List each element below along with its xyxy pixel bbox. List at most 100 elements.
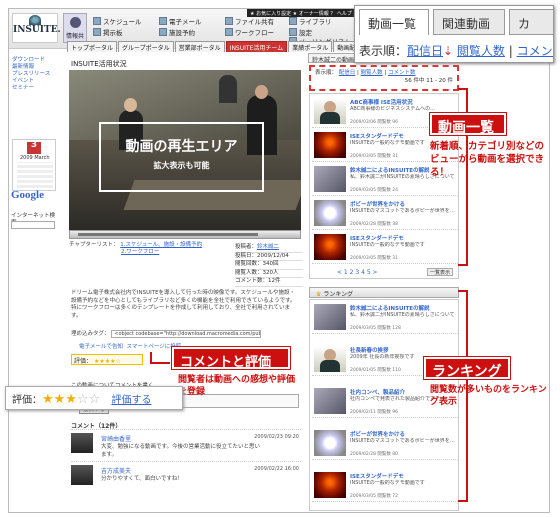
tab-insuite-team[interactable]: INSUITE活用チーム	[225, 41, 288, 52]
embed-tag-field[interactable]: <object codebase="http://download.macrom…	[111, 329, 262, 338]
video-title[interactable]: ISEスタンダードデモ	[350, 234, 404, 242]
sort-by-comments[interactable]: コメント数	[388, 70, 416, 76]
calendar-grid[interactable]	[17, 162, 53, 188]
play-area-callout: 動画の再生エリア 拡大表示も可能	[99, 122, 264, 192]
video-thumbnail[interactable]	[314, 346, 346, 372]
video-title[interactable]: 鈴木誠二によるINSUITEの解説	[350, 166, 429, 174]
tab-category[interactable]: カ	[509, 9, 553, 35]
video-desc: 私、鈴木誠二がINSUITEの素晴らしさについて…	[350, 312, 455, 318]
ranking-callout-title: ランキング	[424, 357, 510, 380]
insuite-logo[interactable]: INSUITE.	[12, 13, 61, 43]
sidebar-link[interactable]: 最新情報	[12, 64, 50, 71]
menu-file-share[interactable]: ファイル共有	[225, 16, 274, 26]
list-item[interactable]: ポビーが世界をかける INSUITEのマスコットであるポビーが世界を… 2009…	[312, 428, 458, 460]
video-thumbnail[interactable]	[314, 388, 346, 414]
video-stats: 2009/02/28 閲覧数 80	[350, 452, 399, 457]
video-thumbnail[interactable]	[314, 200, 346, 226]
sidebar-link[interactable]: ダウンロード	[12, 57, 50, 64]
share-links: 電子メールで告知 スマートページに投稿	[79, 342, 181, 350]
menu-library[interactable]: ライブラリ	[289, 16, 332, 26]
chapter-link[interactable]: 2.ワークフロー	[121, 249, 159, 255]
calendar-widget[interactable]: 3 2009 March	[12, 139, 56, 191]
schedule-icon	[93, 17, 101, 25]
zoom-sort-comments[interactable]: コメント数	[517, 44, 553, 58]
info-share-button[interactable]: 情報共有	[63, 13, 87, 49]
calendar-month: 2009 March	[20, 155, 50, 161]
list-callout-title: 動画一覧	[430, 113, 506, 136]
zoom-rating-stars[interactable]: ★★★☆☆	[42, 392, 100, 407]
video-title[interactable]: 社内コンペ、製品紹介	[350, 388, 405, 396]
send-mail-link[interactable]: 電子メールで告知	[79, 344, 123, 350]
menu-board[interactable]: 掲示板	[93, 27, 123, 37]
video-desc: INSUITEのマスコットであるポビーが世界を…	[350, 208, 455, 214]
list-all-button[interactable]: 一覧表示	[427, 268, 453, 276]
zoomed-sort-options: 表示順：配信日⇣ 閲覧人数 | コメント数	[359, 42, 553, 59]
pager[interactable]: < 1 2 3 4 5 > 一覧表示	[337, 268, 453, 276]
video-thumbnail[interactable]	[314, 234, 346, 260]
video-stats: 2009/02/28 閲覧数 38	[350, 222, 399, 227]
zoom-sort-viewers[interactable]: 閲覧人数	[457, 44, 505, 58]
menu-email[interactable]: 電子メール	[159, 16, 202, 26]
tab-group-portal[interactable]: グループポータル	[118, 41, 174, 52]
menu-facility[interactable]: 施設予約	[159, 27, 195, 37]
search-input[interactable]	[11, 221, 55, 229]
menu-workflow[interactable]: ワークフロー	[225, 27, 274, 37]
sort-by-date[interactable]: 配信日	[339, 70, 356, 76]
video-desc: ABC商事様のビジネスシステムへの…	[350, 106, 436, 112]
tab-performance-portal[interactable]: 業績ポータル	[288, 41, 333, 52]
video-desc: INSUITEのマスコットであるポビーが世界を…	[350, 438, 455, 444]
sidebar-links: ダウンロード 最新情報 プレスリリース イベント セミナー	[12, 57, 50, 92]
video-thumbnail[interactable]	[314, 166, 346, 192]
video-thumbnail[interactable]	[314, 98, 346, 124]
tab-top-portal[interactable]: トップポータル	[67, 41, 118, 52]
video-title[interactable]: ABC商事様 ISE活用状況	[350, 98, 413, 106]
list-item[interactable]: ISEスタンダードデモ INSUITEの一般的なデモ動画です 2009/03/0…	[312, 232, 458, 264]
video-title[interactable]: 鈴木誠二によるINSUITEの解説	[350, 304, 429, 312]
folder-icon	[225, 17, 233, 25]
workflow-icon	[225, 28, 233, 36]
sidebar-link[interactable]: プレスリリース	[12, 71, 50, 78]
video-seek-bar[interactable]	[78, 233, 258, 236]
rating-stars[interactable]: ★★★★☆	[94, 358, 121, 365]
video-thumbnail[interactable]	[314, 430, 346, 456]
video-thumbnail[interactable]	[314, 132, 346, 158]
list-item[interactable]: ISEスタンダードデモ INSUITEの一般的なデモ動画です 2009/03/0…	[312, 470, 458, 502]
sidebar-link[interactable]: イベント	[12, 78, 50, 85]
video-title[interactable]: ISEスタンダードデモ	[350, 472, 404, 480]
video-title[interactable]: ポビーが世界をかける	[350, 200, 405, 208]
video-title[interactable]: ISEスタンダードデモ	[350, 132, 404, 140]
comment-callout-title: コメントと評価	[172, 347, 290, 370]
app-window: INSUITE. 情報共有 スケジュール 電子メール ファイル共有 ライブラリ …	[8, 8, 550, 513]
tab-sales-portal[interactable]: 営業部ポータル	[174, 41, 225, 52]
ranking-header: ♛ ランキング	[309, 287, 459, 298]
list-item[interactable]: ポビーが世界をかける INSUITEのマスコットであるポビーが世界を… 2009…	[312, 198, 458, 230]
menu-schedule[interactable]: スケジュール	[93, 16, 142, 26]
video-stats: 2009/01/05 閲覧数 110	[350, 368, 401, 373]
meta-row: 閲覧回数：340回	[235, 261, 303, 270]
google-logo[interactable]: Google	[11, 189, 44, 201]
chapter-link[interactable]: 1.スケジュール、施設・設備予約	[120, 242, 202, 248]
zoom-sort-date[interactable]: 配信日	[407, 44, 443, 58]
play-area-subtitle: 拡大表示も可能	[153, 161, 210, 170]
left-sidebar: ダウンロード 最新情報 プレスリリース イベント セミナー 3 2009 Mar…	[9, 53, 59, 233]
facility-icon	[159, 28, 167, 36]
rate-link[interactable]: 評価する	[111, 395, 151, 406]
video-stats: 2009/03/06 閲覧数 96	[350, 120, 399, 125]
play-area-title: 動画の再生エリア	[125, 139, 238, 155]
sort-by-viewers[interactable]: 閲覧人数	[361, 70, 383, 76]
video-controls[interactable]	[69, 230, 301, 239]
tab-related-videos[interactable]: 関連動画	[433, 9, 505, 35]
portal-tabs: トップポータル グループポータル 営業部ポータル INSUITE活用チーム 業績ポータル…	[67, 41, 366, 52]
video-thumbnail[interactable]	[314, 472, 346, 498]
video-title[interactable]: ポビーが世界をかける	[350, 430, 405, 438]
video-thumbnail[interactable]	[314, 304, 346, 330]
calendar-day: 3	[27, 141, 41, 154]
rating-row[interactable]: 評価： ★★★★☆	[71, 354, 143, 365]
top-utility-bar[interactable]: ★ お気に入り設定 ★ オーナー情報 ？ ヘルプ ログアウト	[247, 9, 369, 17]
video-title[interactable]: 社長新春の挨拶	[350, 346, 389, 354]
mail-icon	[159, 17, 167, 25]
tab-video-list[interactable]: 動画一覧	[359, 9, 429, 35]
list-item[interactable]: 鈴木誠二によるINSUITEの解説 私、鈴木誠二がINSUITEの素晴らしさにつ…	[312, 302, 458, 334]
sidebar-link[interactable]: セミナー	[12, 85, 50, 92]
embed-tag-row: 埋め込みタグ： <object codebase="http://downloa…	[71, 329, 262, 338]
